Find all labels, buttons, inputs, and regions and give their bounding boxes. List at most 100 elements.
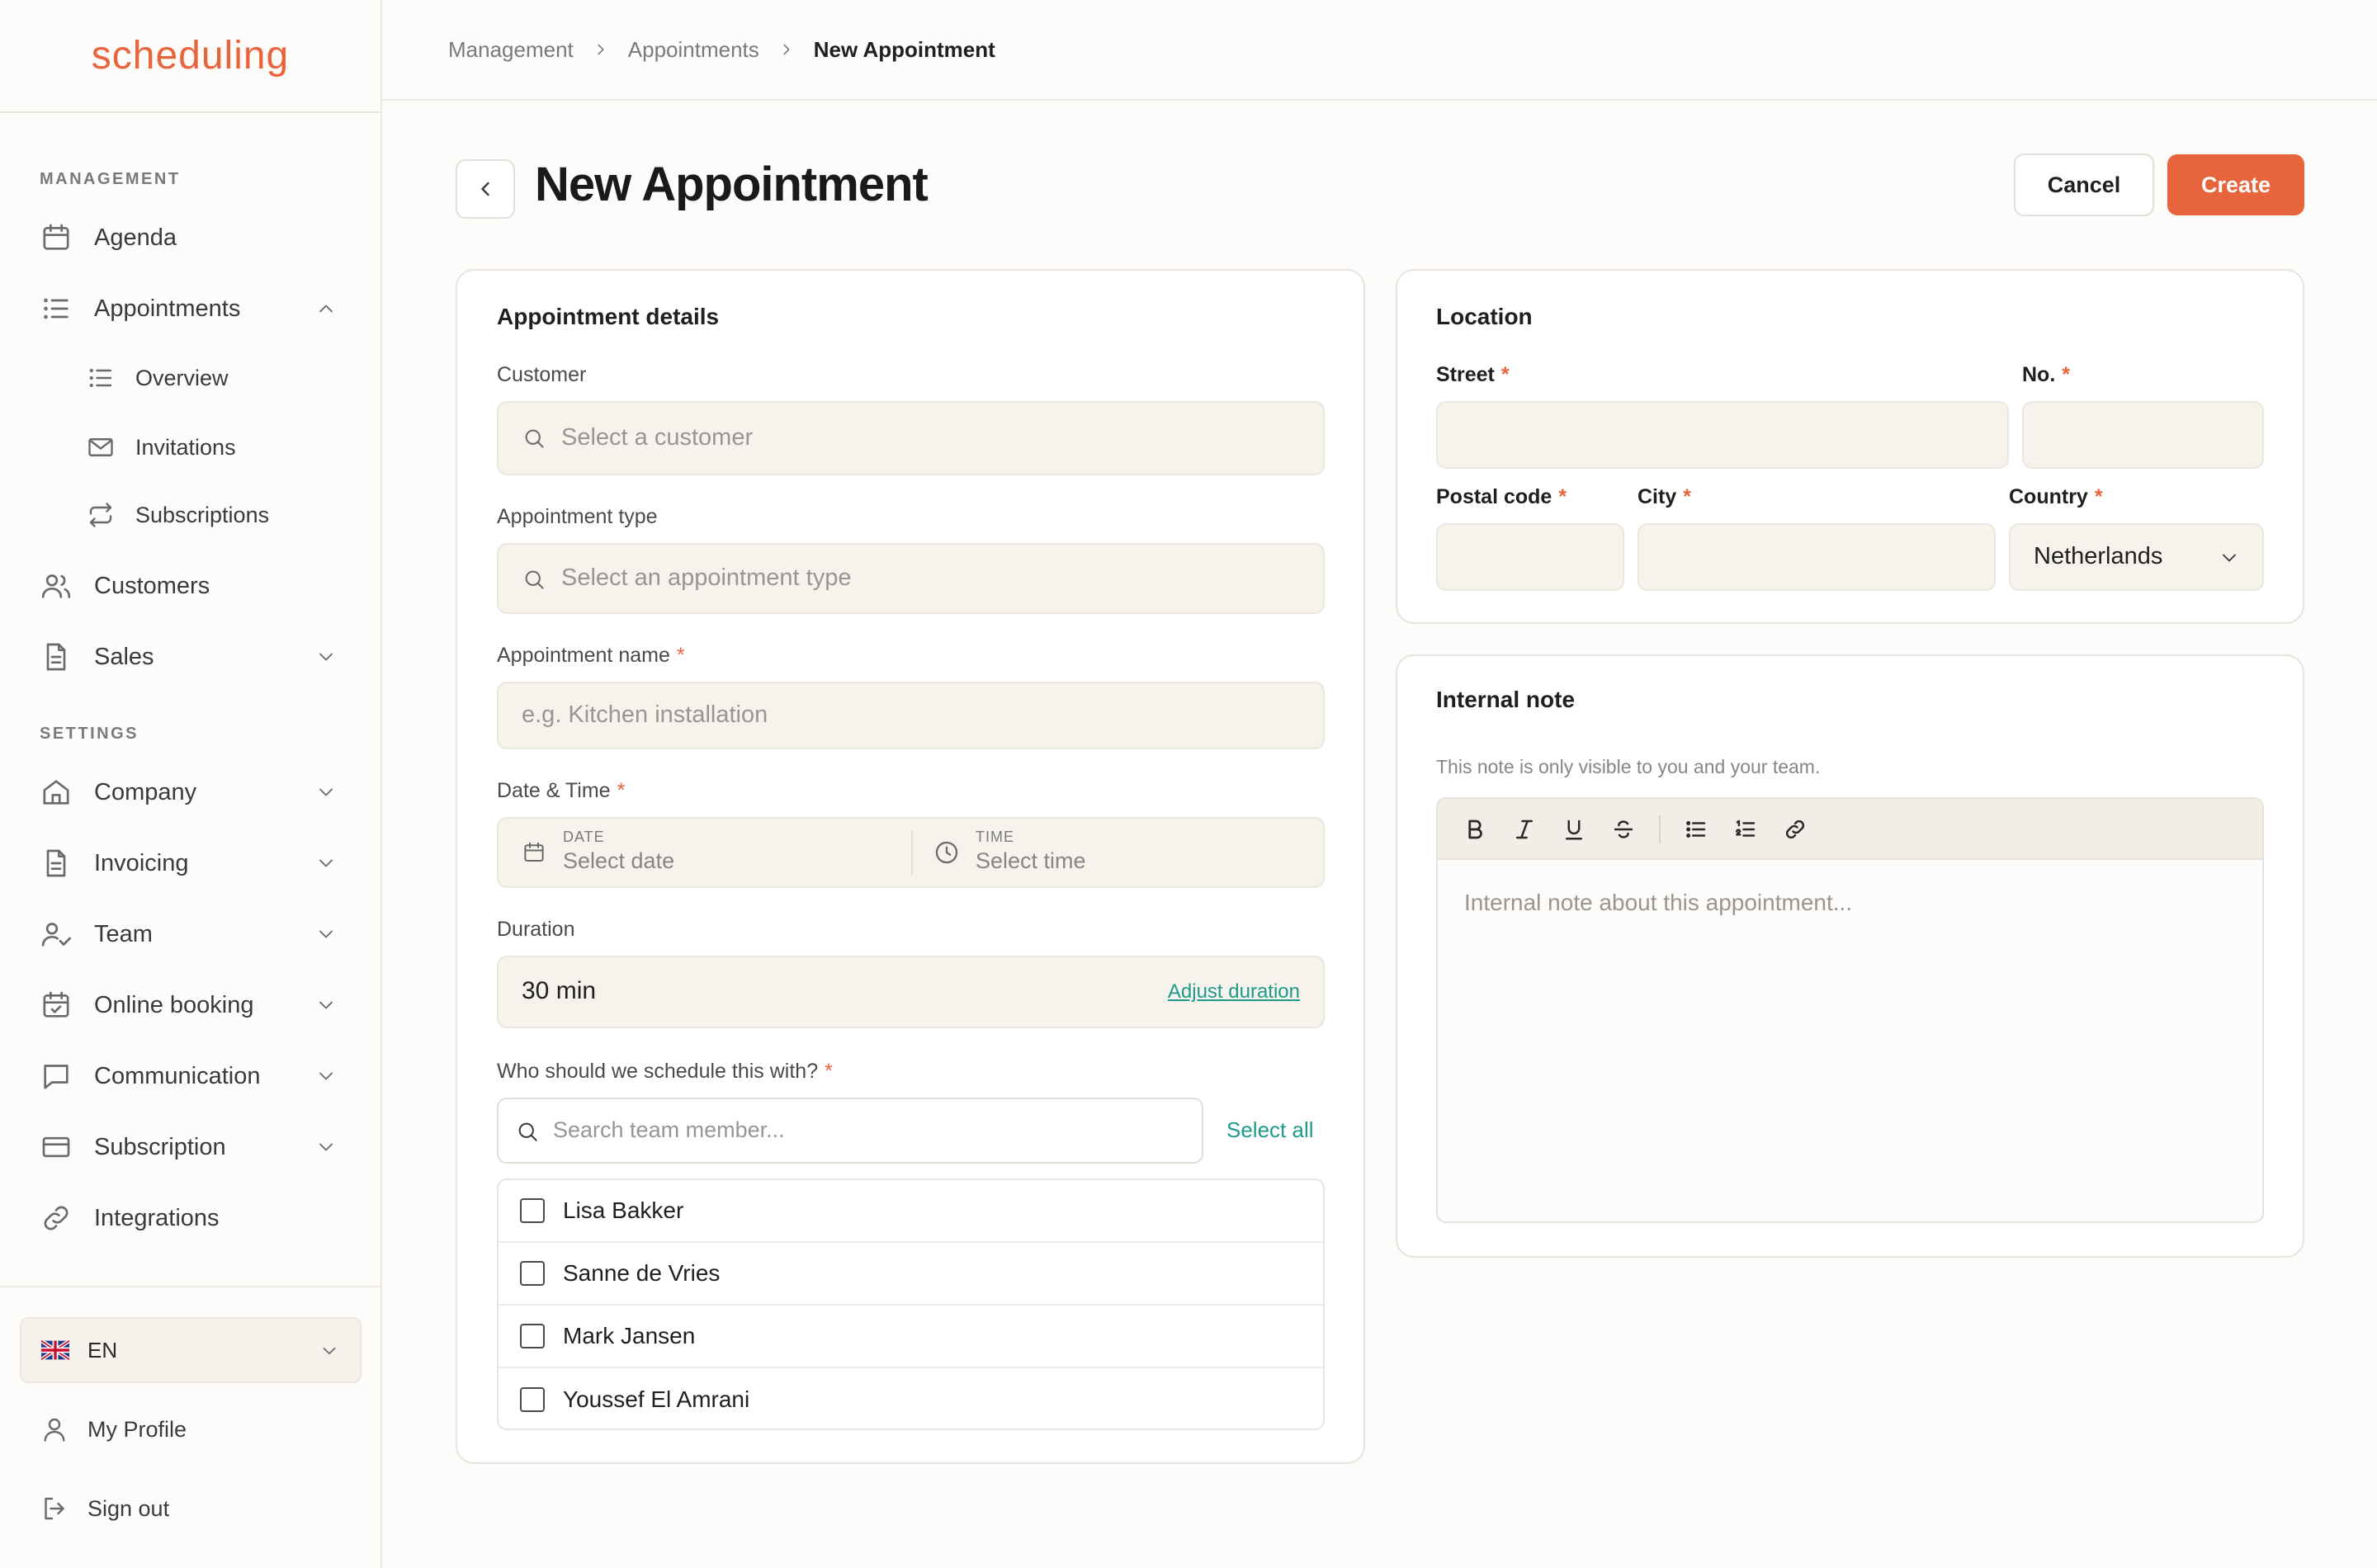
sidebar-item-label: Subscriptions — [135, 502, 270, 527]
sidebar-item-online-booking[interactable]: Online booking — [20, 975, 361, 1035]
sidebar-item-integrations[interactable]: Integrations — [20, 1188, 361, 1248]
schedule-with-label: Who should we schedule this with? * — [497, 1060, 833, 1083]
internal-note-placeholder: Internal note about this appointment... — [1464, 890, 1853, 915]
customer-select[interactable]: Select a customer — [497, 401, 1325, 475]
team-member-row[interactable]: Sanne de Vries — [499, 1243, 1323, 1306]
sidebar-subitem-overview[interactable]: Overview — [86, 352, 361, 404]
cancel-button[interactable]: Cancel — [2014, 153, 2154, 216]
home-icon — [43, 780, 69, 805]
sidebar-subitem-invitations[interactable]: Invitations — [86, 421, 361, 474]
country-label: Country * — [2009, 485, 2103, 508]
duration-label: Duration — [497, 918, 575, 941]
chevron-up-icon — [319, 305, 333, 313]
date-time-field: DATE Select date TIME Select time — [497, 817, 1325, 888]
appointment-details-title: Appointment details — [497, 304, 720, 329]
italic-button[interactable] — [1510, 815, 1538, 843]
link-button[interactable] — [1781, 815, 1809, 843]
chevron-down-icon — [319, 859, 333, 867]
sidebar-item-appointments[interactable]: Appointments — [20, 279, 361, 338]
sign-out-link[interactable]: Sign out — [40, 1484, 169, 1533]
sidebar-item-communication[interactable]: Communication — [20, 1046, 361, 1106]
my-profile-link[interactable]: My Profile — [40, 1405, 187, 1454]
bold-button[interactable] — [1461, 815, 1489, 843]
breadcrumb-appointments[interactable]: Appointments — [628, 37, 759, 63]
app-logo[interactable]: scheduling — [92, 33, 290, 78]
sidebar-item-sales[interactable]: Sales — [20, 627, 361, 687]
team-member-list: Lisa Bakker Sanne de Vries Mark Jansen Y… — [497, 1178, 1325, 1430]
section-label-settings: SETTINGS — [40, 725, 139, 743]
chevron-down-icon — [319, 653, 333, 661]
bullet-list-button[interactable] — [1682, 815, 1710, 843]
document-icon — [46, 643, 66, 671]
member-name: Mark Jansen — [563, 1323, 696, 1348]
select-all-button[interactable]: Select all — [1226, 1117, 1314, 1143]
appointment-type-select[interactable]: Select an appointment type — [497, 543, 1325, 614]
sidebar-item-label: Appointments — [94, 295, 241, 322]
team-member-row[interactable]: Mark Jansen — [499, 1306, 1323, 1368]
customer-label: Customer — [497, 363, 587, 386]
back-button[interactable] — [456, 159, 515, 219]
sidebar-item-customers[interactable]: Customers — [20, 556, 361, 616]
underline-button[interactable] — [1560, 815, 1588, 843]
sidebar-item-label: Invitations — [135, 434, 236, 460]
time-caption: TIME — [976, 829, 1014, 845]
date-picker[interactable]: DATE Select date — [499, 819, 911, 886]
language-selector[interactable]: EN — [20, 1317, 362, 1383]
strikethrough-icon — [1614, 820, 1633, 838]
location-title: Location — [1436, 304, 1533, 329]
clock-icon — [935, 841, 958, 864]
calendar-icon — [43, 224, 69, 250]
date-placeholder: Select date — [563, 848, 675, 873]
team-member-row[interactable]: Lisa Bakker — [499, 1180, 1323, 1243]
sidebar-item-agenda[interactable]: Agenda — [20, 208, 361, 267]
sidebar-item-label: Communication — [94, 1062, 261, 1089]
breadcrumb-management[interactable]: Management — [448, 37, 574, 63]
numbered-list-button[interactable] — [1732, 815, 1760, 843]
sign-out-icon — [45, 1497, 64, 1520]
sidebar-item-team[interactable]: Team — [20, 904, 361, 964]
repeat-icon — [89, 503, 112, 527]
appointment-name-placeholder: e.g. Kitchen installation — [522, 701, 768, 728]
search-icon — [525, 429, 544, 448]
editor-toolbar — [1436, 797, 2264, 860]
member-name: Youssef El Amrani — [563, 1386, 750, 1412]
internal-note-editor[interactable]: Internal note about this appointment... — [1436, 858, 2264, 1223]
team-member-row[interactable]: Youssef El Amrani — [499, 1368, 1323, 1429]
member-checkbox[interactable] — [520, 1198, 545, 1223]
logo-area: scheduling — [0, 0, 380, 113]
time-placeholder: Select time — [976, 848, 1086, 873]
member-checkbox[interactable] — [520, 1324, 545, 1348]
appointment-type-placeholder: Select an appointment type — [561, 564, 852, 591]
adjust-duration-link[interactable]: Adjust duration — [1168, 980, 1300, 1004]
team-search-input[interactable]: Search team member... — [497, 1098, 1203, 1164]
duration-value: 30 min — [522, 977, 597, 1004]
chevron-right-icon — [783, 44, 790, 55]
calendar-icon — [524, 842, 544, 862]
sidebar-item-subscription[interactable]: Subscription — [20, 1117, 361, 1177]
house-number-input[interactable] — [2022, 401, 2264, 469]
postal-code-input[interactable] — [1436, 523, 1624, 591]
city-input[interactable] — [1637, 523, 1996, 591]
page-title: New Appointment — [535, 158, 929, 211]
breadcrumb: Management Appointments New Appointment — [382, 0, 2377, 101]
street-input[interactable] — [1436, 401, 2009, 469]
chevron-down-icon — [319, 1001, 333, 1009]
member-checkbox[interactable] — [520, 1387, 545, 1412]
country-select[interactable]: Netherlands — [2009, 523, 2264, 591]
street-label: Street * — [1436, 363, 1510, 386]
sign-out-label: Sign out — [87, 1495, 170, 1521]
customer-placeholder: Select a customer — [561, 424, 754, 451]
strikethrough-button[interactable] — [1609, 815, 1637, 843]
sidebar-item-label: Subscription — [94, 1133, 226, 1160]
create-button[interactable]: Create — [2167, 154, 2304, 215]
member-name: Lisa Bakker — [563, 1197, 684, 1223]
sidebar-item-company[interactable]: Company — [20, 763, 361, 822]
sidebar-item-invoicing[interactable]: Invoicing — [20, 834, 361, 893]
required-mark: * — [676, 644, 685, 667]
sidebar-subitem-subscriptions[interactable]: Subscriptions — [86, 489, 361, 541]
required-mark: * — [2094, 485, 2103, 508]
sidebar-item-label: Company — [94, 778, 197, 805]
time-picker[interactable]: TIME Select time — [913, 819, 1323, 886]
member-checkbox[interactable] — [520, 1261, 545, 1286]
appointment-name-input[interactable]: e.g. Kitchen installation — [497, 682, 1325, 749]
